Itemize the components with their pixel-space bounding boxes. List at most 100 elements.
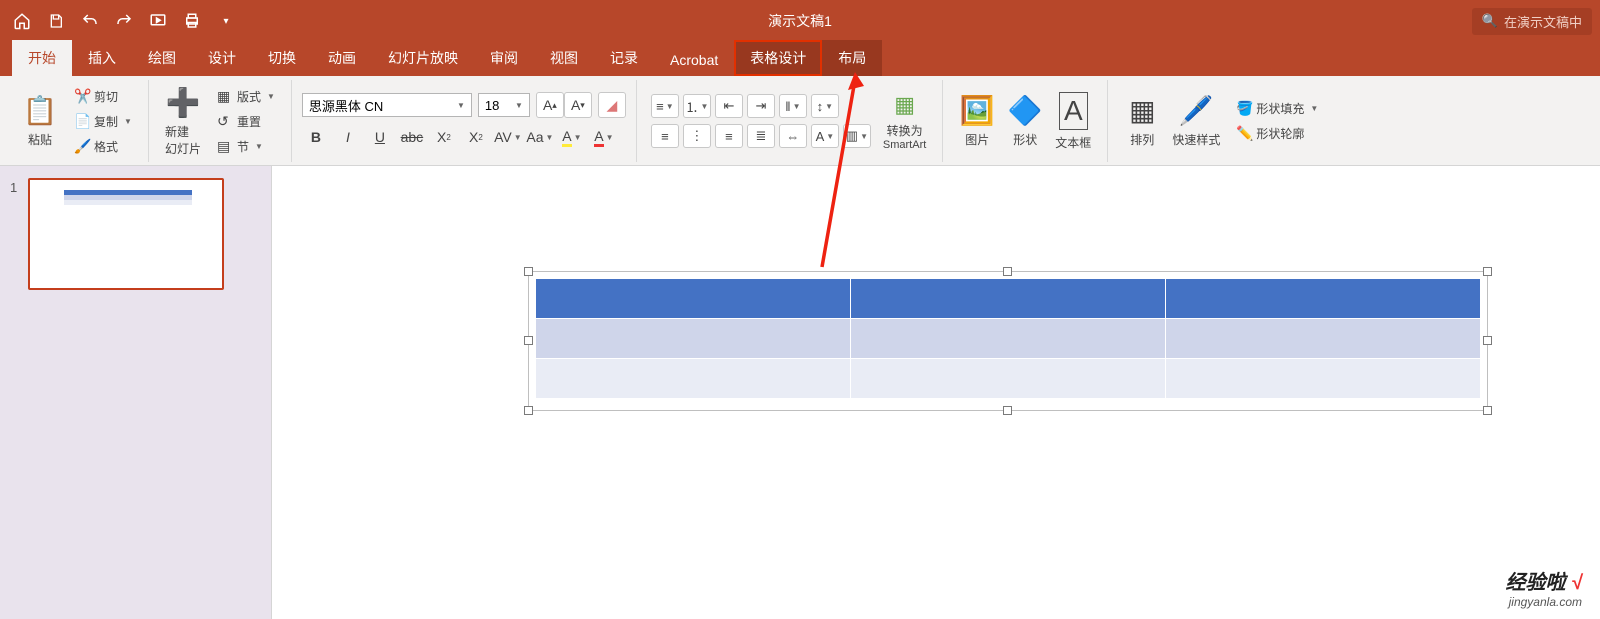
layout-label: 版式: [237, 88, 261, 105]
paste-icon: 📋: [23, 94, 58, 127]
resize-handle-mr[interactable]: [1483, 336, 1492, 345]
resize-handle-tr[interactable]: [1483, 267, 1492, 276]
justify-button[interactable]: ≣: [747, 124, 775, 148]
tab-animations[interactable]: 动画: [312, 40, 372, 76]
section-button[interactable]: ▤节▼: [211, 135, 281, 158]
tab-slideshow[interactable]: 幻灯片放映: [372, 40, 474, 76]
quick-styles-button[interactable]: 🖊️快速样式: [1166, 82, 1226, 160]
shape-fill-button[interactable]: 🪣形状填充▼: [1230, 97, 1324, 120]
text-direction-button[interactable]: ↕▼: [811, 94, 839, 118]
redo-icon[interactable]: [110, 7, 138, 35]
shape-outline-button[interactable]: ✏️形状轮廓: [1230, 122, 1324, 145]
font-name-select[interactable]: 思源黑体 CN▼: [302, 93, 472, 117]
picture-icon: 🖼️: [960, 94, 995, 127]
resize-handle-tm[interactable]: [1003, 267, 1012, 276]
inserted-table[interactable]: [535, 278, 1481, 399]
chevron-down-icon: ▼: [825, 102, 833, 111]
decrease-indent-button[interactable]: ⇤: [715, 94, 743, 118]
resize-handle-ml[interactable]: [524, 336, 533, 345]
decrease-font-button[interactable]: A▾: [564, 92, 592, 118]
slideshow-icon[interactable]: [144, 7, 172, 35]
layout-button[interactable]: ▦版式▼: [211, 85, 281, 108]
tab-record[interactable]: 记录: [594, 40, 654, 76]
distribute-button[interactable]: ⇔: [779, 124, 807, 148]
format-painter-button[interactable]: 🖌️格式: [68, 135, 138, 158]
columns-button[interactable]: ▥▼: [843, 124, 871, 148]
resize-handle-bl[interactable]: [524, 406, 533, 415]
slide-thumbnail-1[interactable]: 1: [10, 178, 261, 290]
reset-button[interactable]: ↺重置: [211, 110, 281, 133]
home-icon[interactable]: [8, 7, 36, 35]
copy-button[interactable]: 📄复制▼: [68, 110, 138, 133]
tab-acrobat[interactable]: Acrobat: [654, 44, 734, 76]
font-size-select[interactable]: 18▼: [478, 93, 530, 117]
align-text-button[interactable]: A▼: [811, 124, 839, 148]
tab-review[interactable]: 审阅: [474, 40, 534, 76]
align-left-button[interactable]: ≡: [651, 124, 679, 148]
cut-button[interactable]: ✂️剪切: [68, 85, 138, 108]
new-slide-button[interactable]: ➕ 新建 幻灯片: [159, 82, 207, 160]
layout-icon: ▦: [217, 88, 233, 105]
search-box[interactable]: 🔍 在演示文稿中: [1472, 8, 1592, 35]
undo-icon[interactable]: [76, 7, 104, 35]
save-icon[interactable]: [42, 7, 70, 35]
format-label: 格式: [94, 138, 118, 155]
underline-button[interactable]: U: [366, 124, 394, 150]
resize-handle-bm[interactable]: [1003, 406, 1012, 415]
italic-button[interactable]: I: [334, 124, 362, 150]
slide-canvas[interactable]: [272, 166, 1600, 619]
convert-smartart-button[interactable]: ▦ 转换为 SmartArt: [877, 82, 932, 160]
print-icon[interactable]: [178, 7, 206, 35]
clear-formatting-button[interactable]: ◢: [598, 92, 626, 118]
shapes-icon: 🔷: [1008, 94, 1043, 127]
shapes-button[interactable]: 🔷形状: [1001, 82, 1049, 160]
superscript-button[interactable]: X2: [430, 124, 458, 150]
subscript-button[interactable]: X2: [462, 124, 490, 150]
copy-icon: 📄: [74, 113, 90, 130]
bullets-button[interactable]: ≡▼: [651, 94, 679, 118]
character-spacing-button[interactable]: AV▼: [494, 124, 522, 150]
font-color-button[interactable]: A▼: [590, 124, 618, 150]
tab-design[interactable]: 设计: [192, 40, 252, 76]
tab-draw[interactable]: 绘图: [132, 40, 192, 76]
arrange-button[interactable]: ▦排列: [1118, 82, 1166, 160]
align-center-button[interactable]: ⋮: [683, 124, 711, 148]
resize-handle-br[interactable]: [1483, 406, 1492, 415]
watermark: 经验啦 √ jingyanla.com: [1505, 566, 1582, 609]
cut-label: 剪切: [94, 88, 118, 105]
tab-transitions[interactable]: 切换: [252, 40, 312, 76]
highlight-button[interactable]: A▼: [558, 124, 586, 150]
arrange-label: 排列: [1130, 131, 1154, 148]
tab-home[interactable]: 开始: [12, 40, 72, 76]
increase-font-button[interactable]: A▴: [536, 92, 564, 118]
slide-1: [300, 166, 1588, 611]
section-label: 节: [237, 138, 249, 155]
increase-indent-button[interactable]: ⇥: [747, 94, 775, 118]
slide-number: 1: [10, 178, 28, 195]
slide-thumbnail-panel[interactable]: 1: [0, 166, 272, 619]
brush-icon: 🖌️: [74, 138, 90, 155]
align-right-button[interactable]: ≡: [715, 124, 743, 148]
chevron-down-icon: ▼: [700, 102, 708, 111]
picture-label: 图片: [965, 131, 989, 148]
line-spacing-button[interactable]: ‖▼: [779, 94, 807, 118]
chevron-down-icon: ▼: [606, 133, 614, 142]
tab-table-design[interactable]: 表格设计: [734, 40, 822, 76]
change-case-button[interactable]: Aa▼: [526, 124, 554, 150]
eraser-icon: ◢: [607, 97, 618, 114]
bold-button[interactable]: B: [302, 124, 330, 150]
strikethrough-button[interactable]: abc: [398, 124, 426, 150]
quick-styles-label: 快速样式: [1172, 131, 1220, 148]
textbox-button[interactable]: A文本框: [1049, 82, 1097, 160]
tab-insert[interactable]: 插入: [72, 40, 132, 76]
title-bar: ▾ 演示文稿1 🔍 在演示文稿中: [0, 0, 1600, 42]
customize-qat-icon[interactable]: ▾: [212, 7, 240, 35]
tab-layout[interactable]: 布局: [822, 40, 882, 76]
table-selection-box[interactable]: [528, 271, 1488, 411]
paste-button[interactable]: 📋 粘贴: [16, 82, 64, 160]
resize-handle-tl[interactable]: [524, 267, 533, 276]
section-icon: ▤: [217, 138, 233, 155]
picture-button[interactable]: 🖼️ 图片: [953, 82, 1001, 160]
tab-view[interactable]: 视图: [534, 40, 594, 76]
numbering-button[interactable]: ⒈▼: [683, 94, 711, 118]
